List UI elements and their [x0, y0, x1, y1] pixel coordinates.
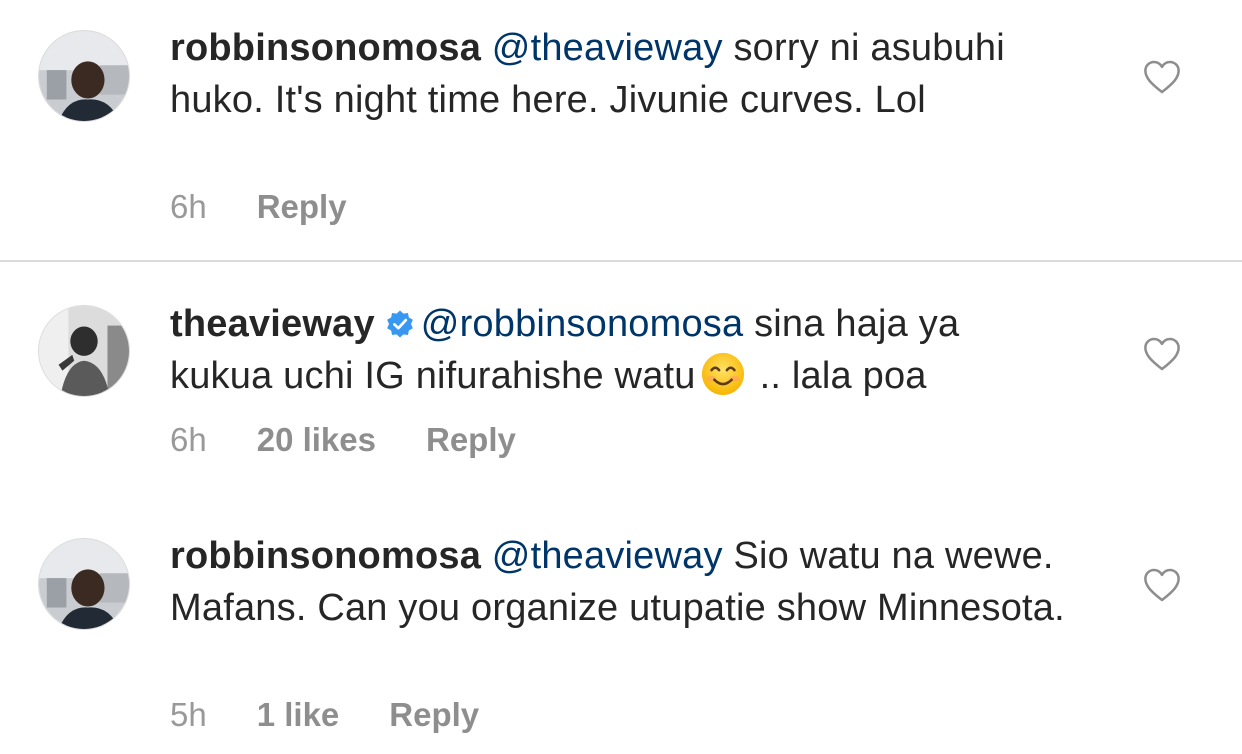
comment-meta: 5h 1 like Reply: [170, 696, 479, 734]
username[interactable]: robbinsonomosa: [170, 27, 481, 69]
reply-button[interactable]: Reply: [257, 188, 347, 225]
mention-link[interactable]: @theavieway: [492, 27, 723, 69]
timestamp: 6h: [170, 421, 207, 458]
reply-button[interactable]: Reply: [426, 421, 516, 458]
timestamp: 6h: [170, 188, 207, 225]
verified-badge-icon: [386, 310, 413, 338]
smiling-face-emoji-icon: [701, 352, 744, 396]
comment-text: robbinsonomosa @theavieway sorry ni asub…: [170, 22, 1070, 126]
comment-meta: 6h 20 likes Reply: [170, 421, 516, 459]
heart-icon[interactable]: [1143, 336, 1181, 372]
timestamp: 5h: [170, 696, 207, 733]
username[interactable]: robbinsonomosa: [170, 535, 481, 577]
avatar[interactable]: [38, 30, 130, 122]
mention-link[interactable]: @theavieway: [492, 535, 723, 577]
comment-body-end: .. lala poa: [759, 355, 927, 397]
avatar-photo: [39, 31, 129, 121]
comment-meta: 6h Reply: [170, 188, 347, 226]
avatar-photo: [39, 306, 129, 396]
avatar[interactable]: [38, 538, 130, 630]
comment-text: robbinsonomosa @theavieway Sio watu na w…: [170, 530, 1070, 634]
avatar-photo: [39, 539, 129, 629]
likes-count[interactable]: 1 like: [257, 696, 340, 733]
reply-button[interactable]: Reply: [389, 696, 479, 733]
avatar[interactable]: [38, 305, 130, 397]
comment-text: theavieway @robbinsonomosa sina haja ya …: [170, 298, 1070, 402]
username[interactable]: theavieway: [170, 303, 375, 345]
divider: [0, 260, 1242, 262]
heart-icon[interactable]: [1143, 59, 1181, 95]
likes-count[interactable]: 20 likes: [257, 421, 376, 458]
heart-icon[interactable]: [1143, 567, 1181, 603]
mention-link[interactable]: @robbinsonomosa: [421, 303, 744, 345]
